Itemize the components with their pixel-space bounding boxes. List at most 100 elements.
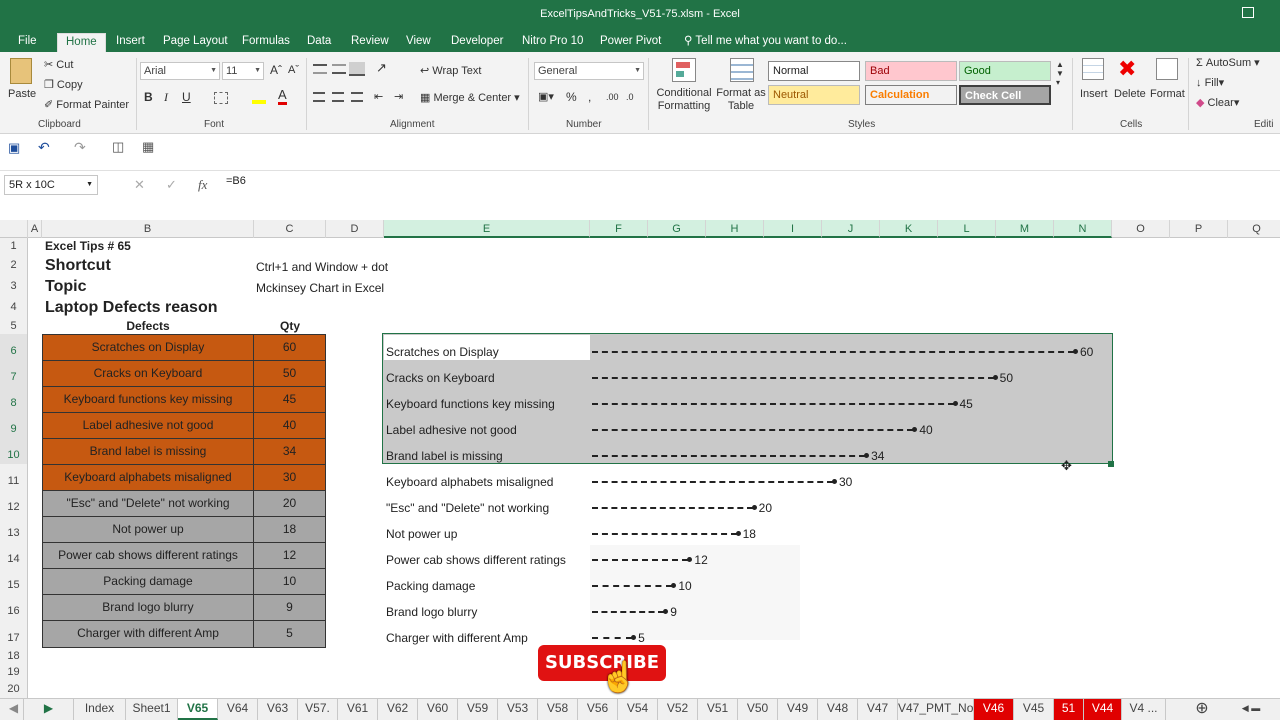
col-header-n[interactable]: N [1054, 220, 1112, 238]
sheet-tab[interactable]: V54 [618, 699, 658, 720]
row-header[interactable]: 4 [0, 297, 28, 318]
col-header-f[interactable]: F [590, 220, 648, 238]
sheet-tab[interactable]: Sheet1 [126, 699, 178, 720]
scroll-right-icon[interactable]: ▶ [24, 699, 74, 720]
defect-cell[interactable]: Cracks on Keyboard [42, 360, 254, 387]
sheet-tab[interactable]: V57. [298, 699, 338, 720]
orientation-icon[interactable]: ↗ [376, 60, 387, 76]
col-header-j[interactable]: J [822, 220, 880, 238]
paste-icon[interactable] [10, 58, 32, 84]
row-header[interactable]: 3 [0, 276, 28, 297]
sheet-tab[interactable]: V52 [658, 699, 698, 720]
delete-button[interactable]: Delete [1114, 88, 1146, 100]
qty-cell[interactable]: 20 [253, 490, 326, 517]
sheet-tab[interactable]: V47 [858, 699, 898, 720]
save-icon[interactable]: ▣ [8, 140, 20, 156]
bold-button[interactable]: B [144, 90, 153, 104]
defect-cell[interactable]: Keyboard alphabets misaligned [42, 464, 254, 491]
col-header-i[interactable]: I [764, 220, 822, 238]
fill-handle[interactable] [1108, 461, 1114, 467]
sheet-tab[interactable]: V48 [818, 699, 858, 720]
row-header[interactable]: 1 [0, 238, 28, 255]
camera-icon[interactable]: ▦ [142, 139, 154, 155]
tab-insert[interactable]: Insert [108, 33, 153, 52]
increase-decimal-icon[interactable]: .00 [606, 92, 619, 102]
defect-cell[interactable]: Packing damage [42, 568, 254, 595]
qty-cell[interactable]: 45 [253, 386, 326, 413]
tell-me-search[interactable]: ⚲ Tell me what you want to do... [676, 33, 855, 52]
decrease-indent-icon[interactable]: ⇤ [374, 90, 383, 103]
qty-cell[interactable]: 9 [253, 594, 326, 621]
align-left-icon[interactable] [313, 92, 325, 102]
sheet-tab[interactable]: V56 [578, 699, 618, 720]
style-normal[interactable]: Normal [768, 61, 860, 81]
sheet-tab[interactable]: V62 [378, 699, 418, 720]
sheet-tab[interactable]: V64 [218, 699, 258, 720]
insert-button[interactable]: Insert [1080, 88, 1108, 100]
font-color-icon[interactable]: A [278, 88, 287, 105]
restore-icon[interactable] [1242, 7, 1254, 18]
sheet-tab[interactable]: 51 [1054, 699, 1084, 720]
sheet-tab[interactable]: V53 [498, 699, 538, 720]
qty-cell[interactable]: 40 [253, 412, 326, 439]
horizontal-scrollbar[interactable]: ◀ ▬ [1222, 699, 1280, 720]
col-header-h[interactable]: H [706, 220, 764, 238]
tab-data[interactable]: Data [299, 33, 339, 52]
conditional-formatting-button[interactable]: Conditional Formatting [652, 87, 716, 113]
defect-cell[interactable]: Brand label is missing [42, 438, 254, 465]
number-format-select[interactable]: General ▼ [534, 62, 644, 80]
sheet-tab[interactable]: V58 [538, 699, 578, 720]
merge-center-button[interactable]: ▦ Merge & Center ▾ [420, 91, 520, 104]
format-as-table-button[interactable]: Format as Table [716, 87, 766, 113]
fill-button[interactable]: ↓ Fill▾ [1196, 76, 1224, 89]
sheet-tab[interactable]: V46 [974, 699, 1014, 720]
row-header[interactable]: 19 [0, 664, 28, 681]
font-name-select[interactable]: Arial ▼ [140, 62, 220, 80]
select-all-corner[interactable] [0, 220, 28, 238]
sheet-tab[interactable]: V60 [418, 699, 458, 720]
row-header[interactable]: 12 [0, 490, 28, 516]
row-header[interactable]: 17 [0, 620, 28, 648]
row-header[interactable]: 14 [0, 542, 28, 568]
style-bad[interactable]: Bad [865, 61, 957, 81]
col-header-l[interactable]: L [938, 220, 996, 238]
shrink-font-icon[interactable]: Aˇ [288, 64, 299, 76]
col-header-q[interactable]: Q [1228, 220, 1280, 238]
sheet-tab[interactable]: V49 [778, 699, 818, 720]
qty-cell[interactable]: 34 [253, 438, 326, 465]
col-header-c[interactable]: C [254, 220, 326, 238]
qty-cell[interactable]: 12 [253, 542, 326, 569]
col-header-g[interactable]: G [648, 220, 706, 238]
row-header[interactable]: 11 [0, 464, 28, 490]
currency-icon[interactable]: ▣▾ [538, 90, 554, 103]
cut-button[interactable]: ✂ Cut [44, 58, 73, 71]
tab-nitro[interactable]: Nitro Pro 10 [514, 33, 591, 52]
align-center-icon[interactable] [332, 92, 344, 102]
screen-icon[interactable]: ◫ [112, 139, 124, 155]
align-middle-icon[interactable] [332, 64, 346, 74]
col-header-b[interactable]: B [42, 220, 254, 238]
defect-cell[interactable]: Power cab shows different ratings [42, 542, 254, 569]
row-header[interactable]: 5 [0, 318, 28, 334]
sheet-tab[interactable]: V59 [458, 699, 498, 720]
col-header-d[interactable]: D [326, 220, 384, 238]
undo-icon[interactable]: ↶ [38, 139, 50, 156]
sheet-tab[interactable]: V61 [338, 699, 378, 720]
style-calculation[interactable]: Calculation [865, 85, 957, 105]
col-header-e[interactable]: E [384, 220, 590, 238]
sheet-tab[interactable]: V63 [258, 699, 298, 720]
redo-icon[interactable]: ↷ [74, 139, 86, 156]
qty-cell[interactable]: 50 [253, 360, 326, 387]
qty-cell[interactable]: 10 [253, 568, 326, 595]
defect-cell[interactable]: Keyboard functions key missing [42, 386, 254, 413]
insert-function-icon[interactable]: fx [198, 177, 207, 193]
style-good[interactable]: Good [959, 61, 1051, 81]
percent-icon[interactable]: % [566, 90, 577, 104]
defect-cell[interactable]: Label adhesive not good [42, 412, 254, 439]
row-header[interactable]: 15 [0, 568, 28, 594]
col-header-a[interactable]: A [28, 220, 42, 238]
fill-color-icon[interactable] [252, 90, 266, 104]
row-header[interactable]: 13 [0, 516, 28, 542]
row-header[interactable]: 20 [0, 681, 28, 698]
tab-file[interactable]: File [10, 33, 45, 52]
